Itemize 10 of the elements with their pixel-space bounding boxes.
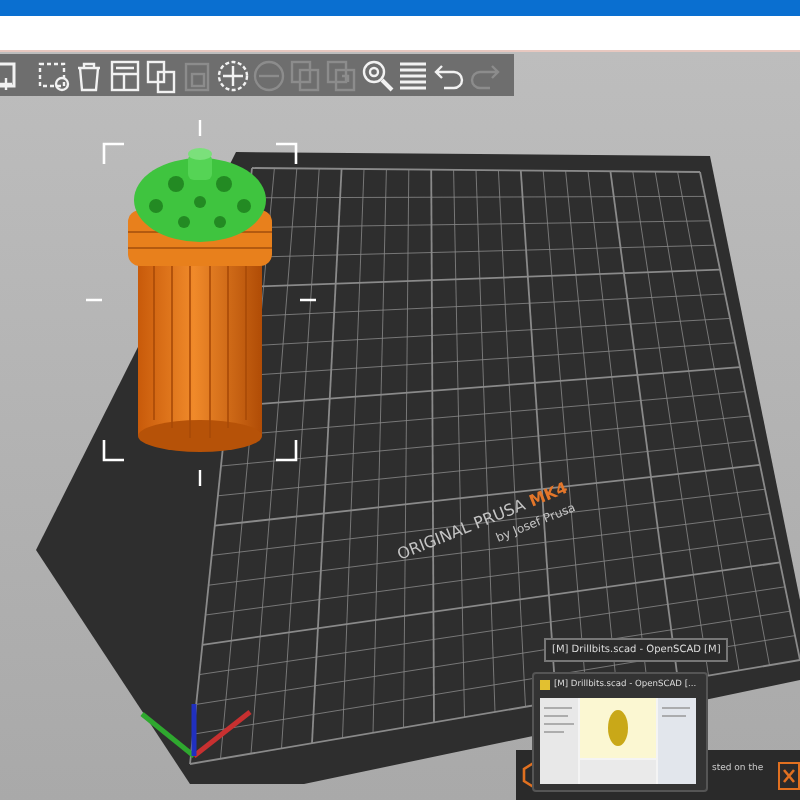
layers-icon[interactable] [396, 58, 430, 92]
delete-icon[interactable] [72, 58, 106, 92]
add-instance-icon[interactable] [216, 58, 250, 92]
app-icon [540, 680, 550, 690]
close-icon[interactable] [778, 762, 800, 790]
axes-drawing [140, 704, 252, 758]
search-icon[interactable] [360, 58, 394, 92]
copy-icon[interactable] [144, 58, 178, 92]
arrange-icon[interactable] [108, 58, 142, 92]
select-icon[interactable] [36, 58, 70, 92]
